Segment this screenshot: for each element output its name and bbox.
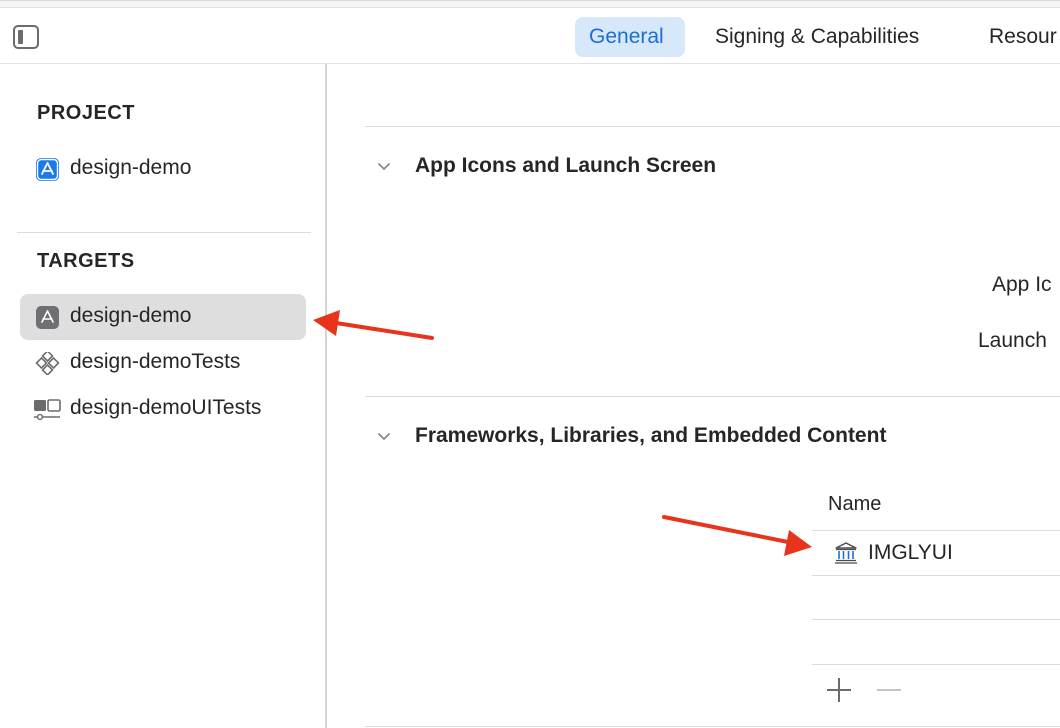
sidebar-item-target-design-demo-tests[interactable]: design-demoTests: [20, 340, 306, 386]
table-row-divider: [812, 575, 1060, 576]
sidebar-item-label: design-demoTests: [70, 350, 241, 373]
library-icon: [835, 542, 857, 564]
launch-screen-field-label: Launch: [978, 329, 1047, 352]
app-icons-section-title: App Icons and Launch Screen: [415, 154, 717, 177]
app-target-icon: [36, 306, 59, 329]
section-divider: [365, 396, 1060, 397]
add-framework-button[interactable]: [824, 675, 854, 705]
sidebar-item-project-design-demo[interactable]: design-demo: [20, 146, 306, 192]
sidebar-item-target-design-demo[interactable]: design-demo: [20, 294, 306, 340]
app-store-icon: [36, 158, 59, 181]
chevron-down-icon[interactable]: [377, 430, 391, 444]
editor-toolbar: General Signing & Capabilities Resour: [0, 0, 1060, 64]
remove-framework-button[interactable]: [874, 675, 904, 705]
chevron-down-icon[interactable]: [377, 160, 391, 174]
project-target-sidebar: PROJECT design-demo TARGETS design-demo: [0, 64, 327, 728]
section-divider: [365, 126, 1060, 127]
xcode-window: General Signing & Capabilities Resour PR…: [0, 0, 1060, 728]
sidebar-item-label: design-demo: [70, 156, 192, 179]
tab-resources[interactable]: Resour: [975, 17, 1060, 57]
tab-signing-capabilities[interactable]: Signing & Capabilities: [701, 17, 933, 57]
app-icon-field-label: App Ic: [992, 273, 1052, 296]
ui-test-icon: [34, 399, 61, 421]
sidebar-item-target-design-demo-ui-tests[interactable]: design-demoUITests: [20, 386, 306, 432]
general-settings-pane: App Icons and Launch Screen App Ic Launc…: [329, 64, 1060, 728]
unit-test-icon: [35, 352, 60, 375]
framework-name: IMGLYUI: [868, 541, 953, 564]
frameworks-section-title: Frameworks, Libraries, and Embedded Cont…: [415, 424, 887, 447]
section-divider: [365, 726, 1060, 727]
sidebar-divider: [17, 232, 311, 233]
targets-section-title: TARGETS: [37, 250, 135, 272]
sidebar-item-label: design-demo: [70, 304, 192, 327]
sidebar-item-label: design-demoUITests: [70, 396, 262, 419]
table-row[interactable]: IMGLYUI: [812, 531, 1060, 575]
sidebar-toggle-icon[interactable]: [13, 25, 39, 49]
tab-general[interactable]: General: [575, 17, 685, 57]
name-column-header[interactable]: Name: [828, 493, 881, 516]
window-top-edge: [0, 1, 1060, 8]
table-row-divider: [812, 619, 1060, 620]
table-row-divider: [812, 664, 1060, 665]
project-section-title: PROJECT: [37, 102, 135, 124]
